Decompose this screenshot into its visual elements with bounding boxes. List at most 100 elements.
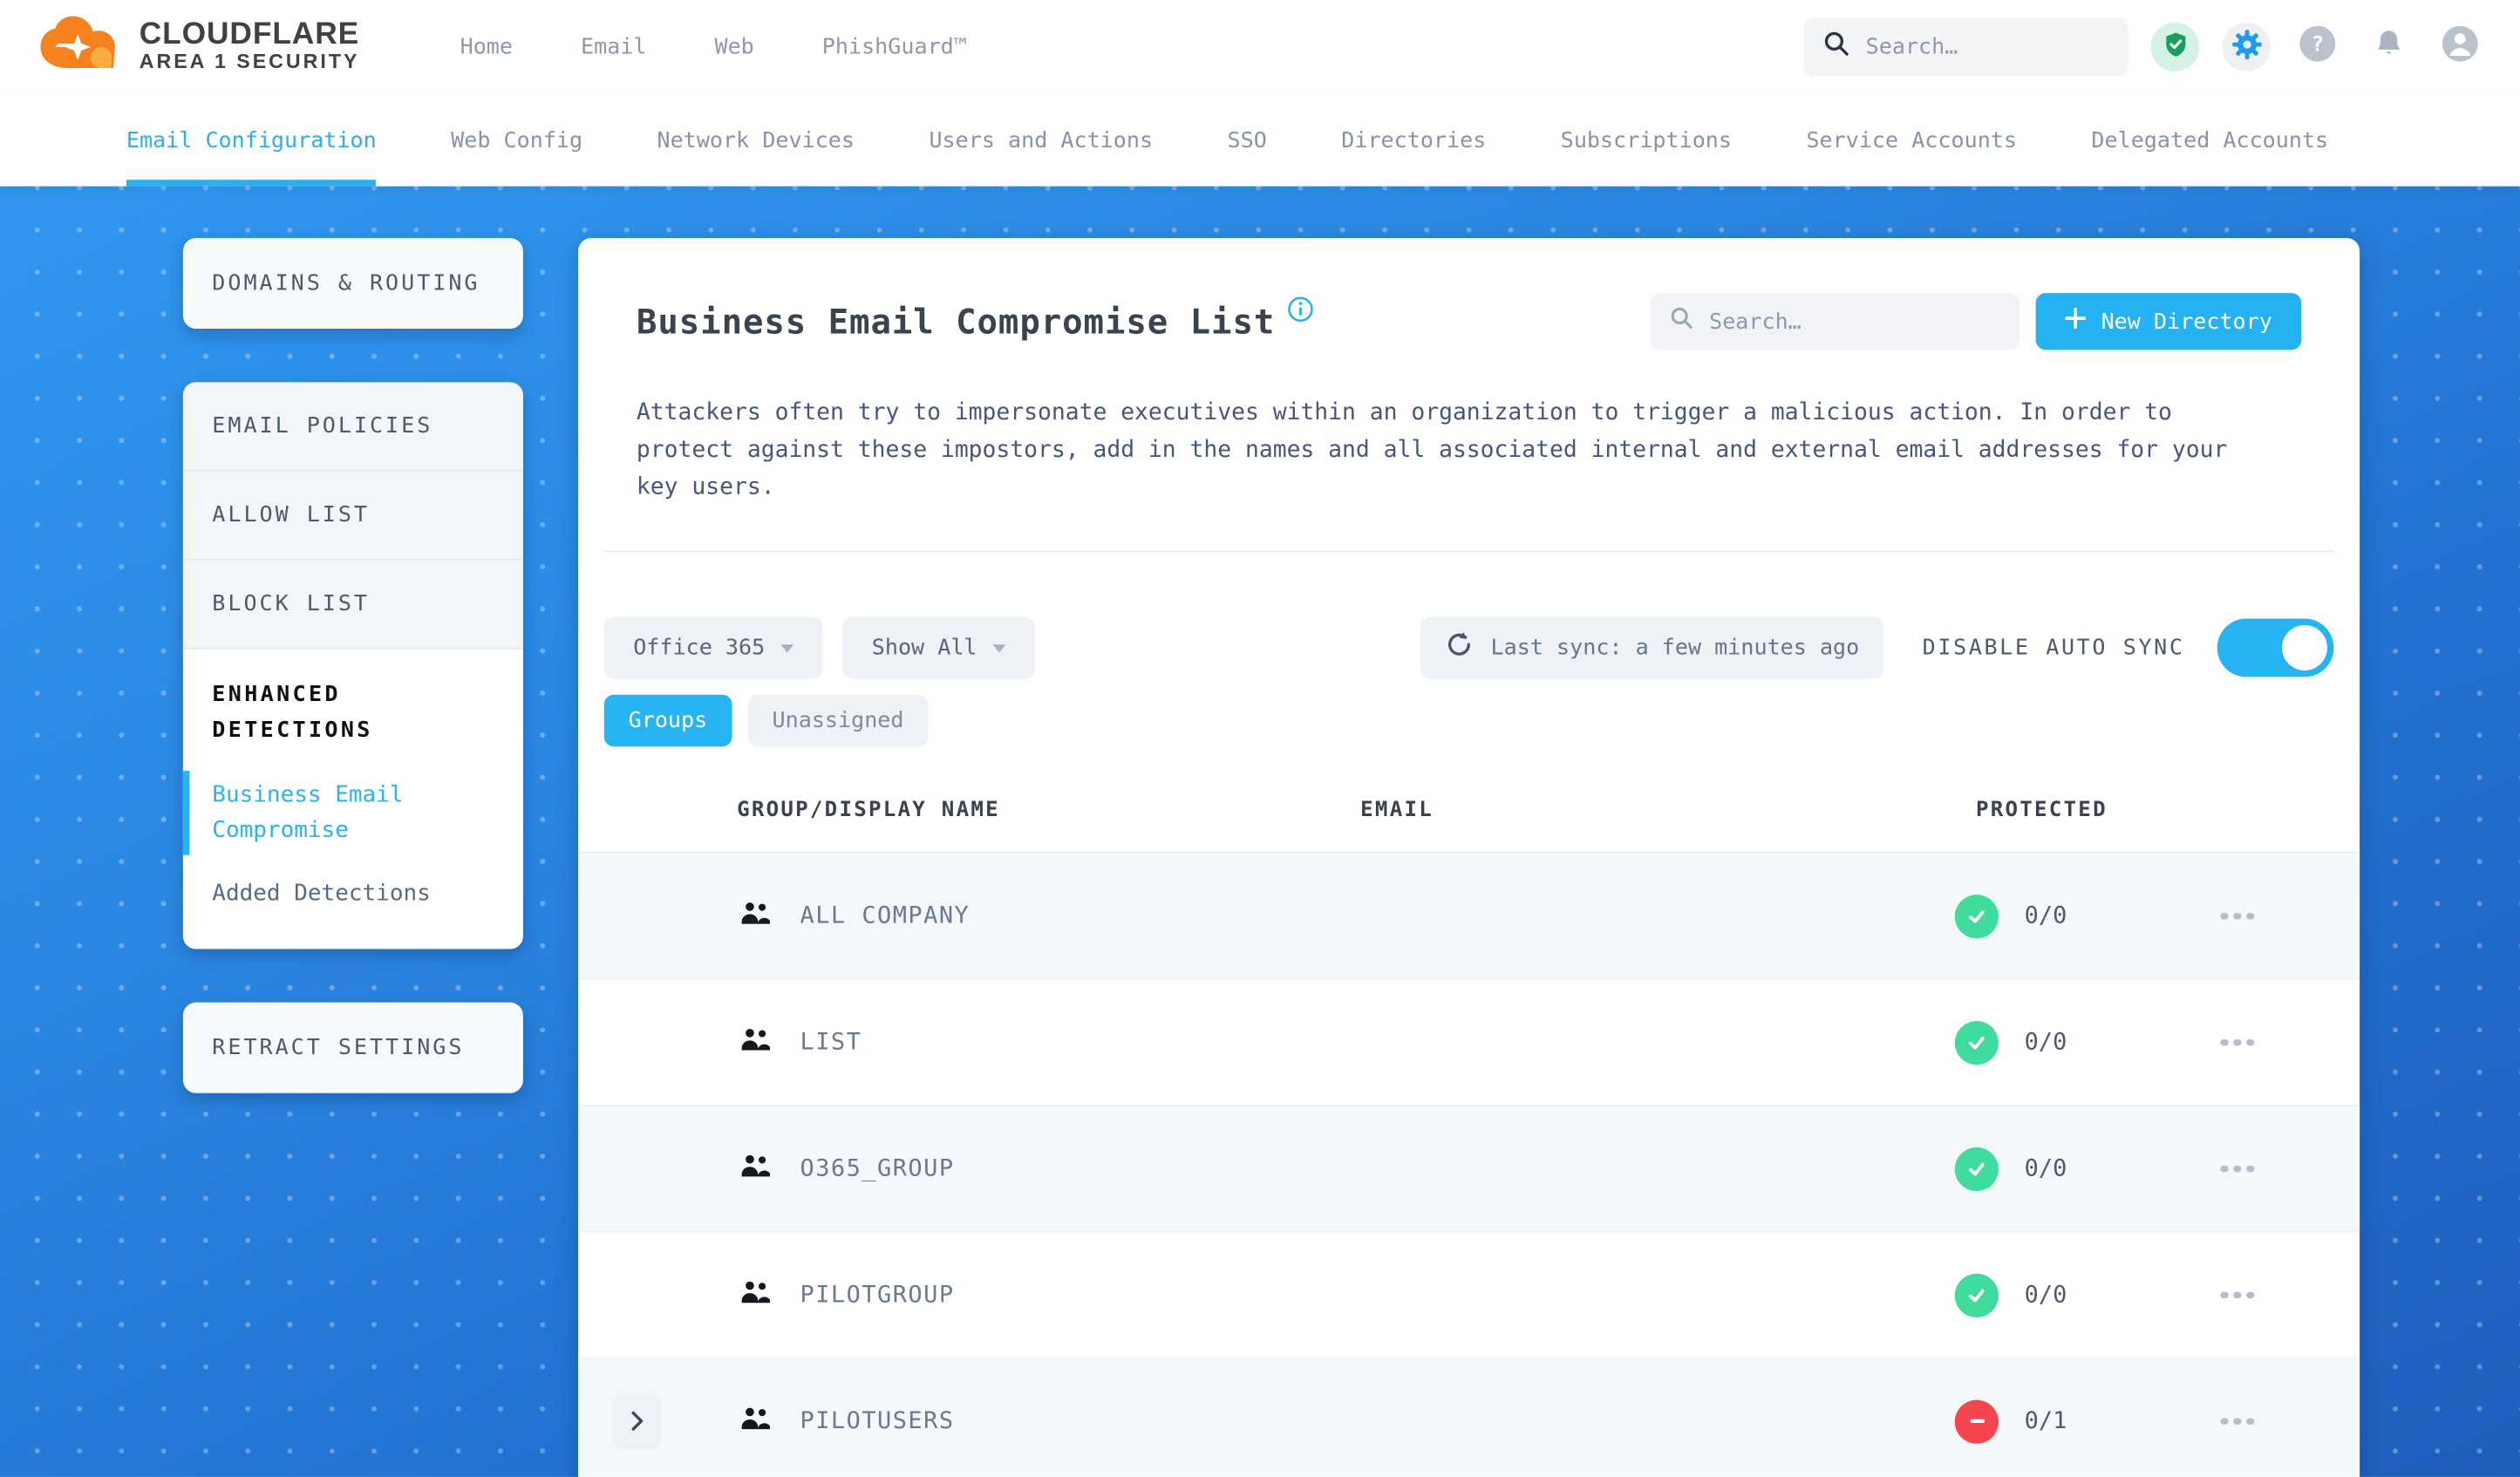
tab-web-config[interactable]: Web Config — [451, 94, 582, 187]
info-icon[interactable] — [1288, 296, 1314, 328]
sidebar: DOMAINS & ROUTING EMAIL POLICIES ALLOW L… — [182, 238, 523, 1146]
protected-status-icon — [1954, 1272, 1999, 1317]
tab-users-and-actions[interactable]: Users and Actions — [929, 94, 1153, 187]
group-icon — [740, 901, 771, 931]
new-directory-label: New Directory — [2101, 308, 2272, 335]
group-name: LIST — [800, 1029, 862, 1056]
page-description: Attackers often try to impersonate execu… — [636, 399, 2228, 500]
row-menu-button[interactable] — [2220, 1290, 2254, 1299]
auto-sync-toggle[interactable] — [2217, 618, 2334, 677]
table-row: PILOTUSERS 0/1 — [578, 1358, 2360, 1477]
row-menu-button[interactable] — [2220, 1038, 2254, 1046]
row-menu-button[interactable] — [2220, 1164, 2254, 1173]
title-actions: New Directory — [1651, 293, 2302, 351]
protected-status-icon — [1954, 1020, 1999, 1065]
nav-phishguard[interactable]: PhishGuard™ — [822, 34, 967, 60]
chevron-down-icon — [993, 644, 1006, 653]
security-status-button[interactable] — [2150, 23, 2200, 71]
gear-icon — [2231, 29, 2261, 66]
protected-count: 0/0 — [2024, 1029, 2067, 1056]
protected-count: 0/1 — [2024, 1407, 2067, 1434]
search-icon — [1671, 306, 1695, 337]
shield-check-icon — [2162, 30, 2190, 64]
unprotected-status-icon — [1954, 1399, 1999, 1443]
sidebar-item-enhanced-detections[interactable]: ENHANCED DETECTIONS — [212, 677, 494, 749]
table-header: GROUP/DISPLAY NAME EMAIL PROTECTED — [578, 789, 2360, 854]
view-tabs: Groups Unassigned — [603, 694, 2334, 747]
row-menu-button[interactable] — [2220, 912, 2254, 920]
tab-directories[interactable]: Directories — [1341, 94, 1486, 187]
group-icon — [740, 1406, 771, 1436]
nav-web[interactable]: Web — [714, 34, 753, 60]
sidebar-item-email-policies[interactable]: EMAIL POLICIES — [182, 382, 523, 472]
sidebar-item-domains-routing[interactable]: DOMAINS & ROUTING — [182, 238, 523, 330]
directory-select[interactable]: Office 365 — [603, 616, 824, 679]
bell-icon — [2373, 28, 2405, 67]
sidebar-policies-card: EMAIL POLICIES ALLOW LIST BLOCK LIST ENH… — [182, 382, 523, 949]
protected-count: 0/0 — [2024, 1155, 2067, 1181]
filters-row: Office 365 Show All Last sync: a few min… — [603, 616, 2334, 679]
protected-count: 0/0 — [2024, 1282, 2067, 1308]
tab-delegated-accounts[interactable]: Delegated Accounts — [2091, 94, 2328, 187]
group-icon — [740, 1279, 771, 1310]
column-protected: PROTECTED — [1975, 798, 2108, 823]
brand-name: CLOUDFLARE — [139, 18, 360, 53]
tab-email-configuration[interactable]: Email Configuration — [126, 94, 378, 187]
notifications-button[interactable] — [2365, 23, 2414, 71]
tab-unassigned[interactable]: Unassigned — [747, 694, 929, 747]
sidebar-item-allow-list[interactable]: ALLOW LIST — [182, 471, 523, 561]
expand-row-button[interactable] — [612, 1393, 661, 1449]
screen: CLOUDFLARE AREA 1 SECURITY Home Email We… — [0, 0, 2520, 1477]
sidebar-item-added-detections[interactable]: Added Detections — [212, 876, 494, 913]
global-search-input[interactable] — [1865, 34, 2109, 60]
new-directory-button[interactable]: New Directory — [2036, 293, 2302, 351]
tab-sso[interactable]: SSO — [1228, 94, 1267, 187]
tab-service-accounts[interactable]: Service Accounts — [1806, 94, 2017, 187]
last-sync-status[interactable]: Last sync: a few minutes ago — [1420, 616, 1884, 679]
brand-logo[interactable]: CLOUDFLARE AREA 1 SECURITY — [36, 15, 360, 79]
page-title: Business Email Compromise List — [636, 302, 1276, 341]
app-window: CLOUDFLARE AREA 1 SECURITY Home Email We… — [0, 0, 2520, 1477]
account-button[interactable] — [2435, 23, 2484, 71]
auto-sync-label: DISABLE AUTO SYNC — [1922, 635, 2185, 661]
scope-select[interactable]: Show All — [842, 616, 1036, 679]
group-name: O365_GROUP — [800, 1155, 955, 1181]
tab-groups[interactable]: Groups — [603, 694, 732, 747]
search-icon — [1823, 31, 1849, 63]
workspace-background: DOMAINS & ROUTING EMAIL POLICIES ALLOW L… — [0, 186, 2520, 1477]
nav-email[interactable]: Email — [581, 34, 646, 60]
tab-network-devices[interactable]: Network Devices — [657, 94, 855, 187]
groups-table: GROUP/DISPLAY NAME EMAIL PROTECTED ALL C… — [578, 789, 2360, 1477]
list-search-input[interactable] — [1709, 308, 2001, 335]
section-divider — [603, 550, 2334, 553]
cloudflare-cloud-icon — [36, 15, 123, 79]
tab-subscriptions[interactable]: Subscriptions — [1561, 94, 1732, 187]
chevron-down-icon — [780, 644, 794, 653]
top-header: CLOUDFLARE AREA 1 SECURITY Home Email We… — [0, 0, 2520, 94]
refresh-icon — [1446, 630, 1475, 666]
plus-icon — [2065, 307, 2087, 336]
svg-text:?: ? — [2312, 32, 2325, 57]
help-button[interactable]: ? — [2293, 23, 2342, 71]
sidebar-item-business-email-compromise[interactable]: Business Email Compromise — [182, 770, 494, 855]
group-name: PILOTGROUP — [800, 1282, 955, 1308]
nav-home[interactable]: Home — [460, 34, 513, 60]
row-menu-button[interactable] — [2220, 1417, 2254, 1425]
table-row: O365_GROUP 0/0 — [578, 1106, 2360, 1233]
toggle-knob — [2281, 624, 2327, 670]
sidebar-section-enhanced-detections: ENHANCED DETECTIONS Business Email Compr… — [182, 649, 523, 949]
protected-count: 0/0 — [2024, 902, 2067, 929]
column-group-display-name: GROUP/DISPLAY NAME — [737, 798, 1000, 823]
group-icon — [740, 1153, 771, 1183]
directory-select-value: Office 365 — [633, 635, 766, 661]
last-sync-label: Last sync: a few minutes ago — [1490, 635, 1860, 661]
primary-nav: Home Email Web PhishGuard™ — [460, 34, 967, 60]
question-mark-icon: ? — [2297, 23, 2339, 71]
config-tab-bar: Email Configuration Web Config Network D… — [0, 93, 2520, 187]
protected-status-icon — [1954, 894, 1999, 938]
sidebar-item-retract-settings[interactable]: RETRACT SETTINGS — [182, 1002, 523, 1093]
settings-button[interactable] — [2222, 23, 2271, 71]
sidebar-item-block-list[interactable]: BLOCK LIST — [182, 560, 523, 650]
group-icon — [740, 1027, 771, 1058]
global-search — [1804, 17, 2128, 77]
